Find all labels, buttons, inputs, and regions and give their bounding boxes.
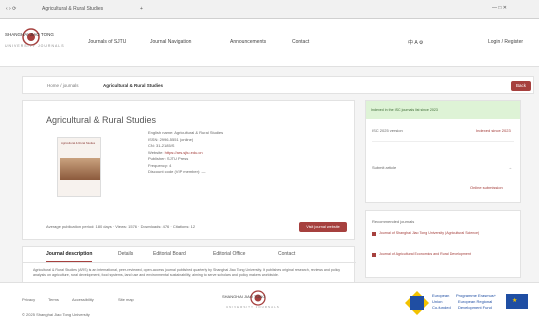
- journal-meta: English name: Agricultural & Rural Studi…: [148, 130, 348, 176]
- recommended-title: Recommended journals: [372, 219, 415, 224]
- login-link[interactable]: Login / Register: [488, 39, 523, 45]
- submit-label: Submit article: [372, 165, 397, 170]
- meta-key: Website:: [148, 149, 164, 155]
- nav-journals[interactable]: Journals of SJTU: [88, 39, 126, 45]
- footer-link[interactable]: Site map: [118, 297, 134, 302]
- breadcrumb: Home / journals Agricultural & Rural Stu…: [22, 76, 534, 94]
- footer-link[interactable]: Privacy: [22, 297, 35, 302]
- eu-text: Co-funded: [432, 305, 451, 310]
- website-link[interactable]: https://ars.sjtu.edu.cn: [165, 150, 203, 155]
- nav-announcements[interactable]: Announcements: [230, 39, 266, 45]
- browser-chrome: ‹ › ⟳ Agricultural & Rural Studies + — □…: [0, 0, 539, 19]
- journal-description: Agricultural & Rural Studies (ARS) is an…: [33, 268, 341, 277]
- journal-stats: Average publication period: 180 days · V…: [46, 224, 196, 229]
- top-nav: SHANGHAI JIAO TONG UNIVERSITY JOURNALS J…: [0, 19, 539, 67]
- tab-editorial-office[interactable]: Editorial Office: [213, 251, 245, 257]
- meta-key: Frequency:: [148, 162, 169, 168]
- index-row-value[interactable]: Indexed since 2023: [476, 128, 511, 133]
- recommended-link[interactable]: Journal of Shanghai Jiao Tong University…: [379, 231, 517, 236]
- back-button[interactable]: Back: [511, 81, 531, 91]
- tab-description[interactable]: Journal description: [46, 251, 93, 262]
- brand-name: SHANGHAI JIAO TONG: [5, 32, 54, 37]
- breadcrumb-home[interactable]: Home / journals: [47, 83, 79, 88]
- meta-value: 2996-5551 (online): [159, 136, 194, 142]
- journal-cover[interactable]: Agricultural & Rural Studies: [57, 137, 101, 197]
- bullet-icon: [372, 232, 376, 236]
- nav-contact[interactable]: Contact: [292, 39, 309, 45]
- eu-flag-icon: [405, 291, 429, 315]
- eu-flag-icon: ★: [506, 294, 528, 309]
- arrow-icon[interactable]: →: [508, 165, 512, 170]
- meta-key: CN:: [148, 143, 155, 148]
- copyright: © 2025 Shanghai Jiao Tong University: [22, 312, 90, 317]
- eu-text: European Regional: [458, 299, 493, 304]
- footer: Privacy Terms Accessibility Site map © 2…: [0, 282, 539, 322]
- tab-editorial-board[interactable]: Editorial Board: [153, 251, 186, 257]
- window-controls[interactable]: — □ ✕: [492, 5, 507, 11]
- new-tab-icon[interactable]: +: [140, 6, 143, 12]
- meta-key: English name:: [148, 130, 174, 135]
- meta-key: Discount code (VIP member):: [148, 169, 201, 174]
- meta-value: SJTU Press: [166, 156, 189, 161]
- nav-navigation[interactable]: Journal Navigation: [150, 39, 191, 45]
- meta-value: Agricultural & Rural Studies: [174, 130, 224, 135]
- footer-link[interactable]: Accessibility: [72, 297, 94, 302]
- footer-link[interactable]: Terms: [48, 297, 59, 302]
- star-icon: ★: [512, 298, 518, 304]
- submission-link[interactable]: Online submission: [470, 185, 503, 190]
- eu-text: Union: [432, 299, 443, 304]
- index-notice: Indexed in the ISC journals list since 2…: [366, 101, 520, 119]
- tab-contact[interactable]: Contact: [278, 251, 295, 257]
- meta-key: ISSN:: [148, 136, 159, 142]
- tab-bar: Journal description Details Editorial Bo…: [23, 247, 356, 263]
- visit-website-button[interactable]: Visit journal website: [299, 222, 347, 232]
- indexing-card: Indexed in the ISC journals list since 2…: [365, 100, 521, 203]
- meta-value: —: [201, 169, 206, 174]
- meta-key: Publisher:: [148, 156, 166, 161]
- eu-text: Development Fund: [458, 305, 492, 310]
- index-row-label: ISC 2025 version: [372, 128, 403, 133]
- eu-text: European: [432, 293, 450, 298]
- recommended-link[interactable]: Journal of Agricultural Economics and Ru…: [379, 252, 517, 257]
- browser-tab-title[interactable]: Agricultural & Rural Studies: [42, 6, 142, 12]
- back-forward-icon[interactable]: ‹ › ⟳: [6, 6, 16, 12]
- index-notice-text: Indexed in the ISC journals list since 2…: [371, 108, 438, 112]
- nav-tools[interactable]: 中 A ⚙: [408, 39, 423, 46]
- brand-subtitle: UNIVERSITY JOURNALS: [5, 44, 65, 48]
- meta-value: 31-2185/S: [156, 143, 175, 148]
- footer-logo-text: SHANGHAI JIAO TONG: [222, 294, 266, 299]
- journal-title: Agricultural & Rural Studies: [46, 115, 157, 125]
- divider: [372, 141, 514, 142]
- eu-text: Programme Erasmus+: [456, 293, 497, 298]
- cover-photo: [60, 158, 100, 180]
- footer-logo-sub: UNIVERSITY JOURNALS: [226, 305, 280, 309]
- cover-label: Agricultural & Rural Studies: [61, 141, 96, 145]
- bullet-icon: [372, 253, 376, 257]
- recommended-card: Recommended journals Journal of Shanghai…: [365, 210, 521, 278]
- meta-value: 4: [169, 162, 172, 168]
- site: SHANGHAI JIAO TONG UNIVERSITY JOURNALS J…: [0, 19, 539, 322]
- tab-details[interactable]: Details: [118, 251, 133, 257]
- breadcrumb-current: Agricultural & Rural Studies: [103, 83, 164, 88]
- journal-card: Agricultural & Rural Studies Agricultura…: [22, 100, 355, 240]
